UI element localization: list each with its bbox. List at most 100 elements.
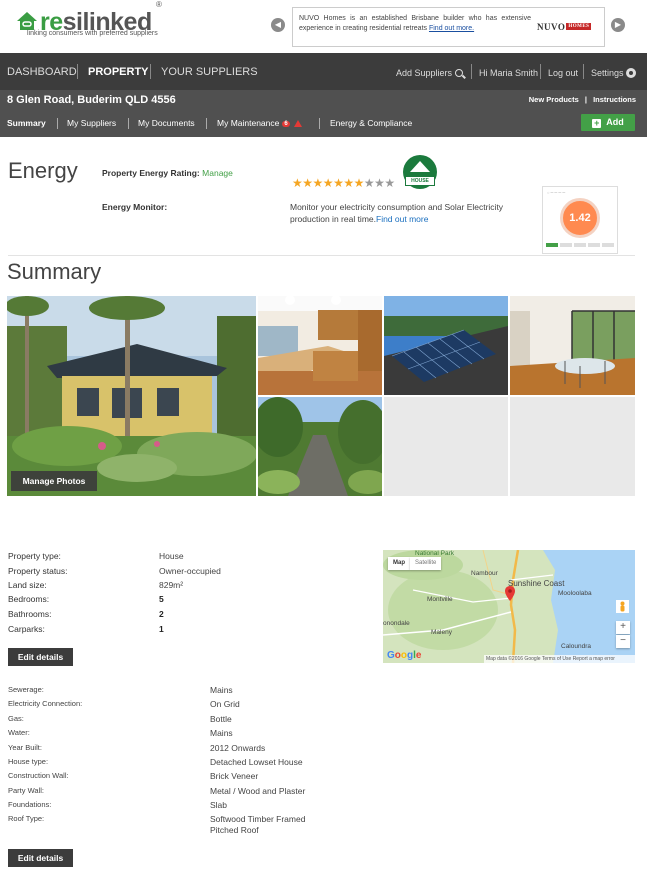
detail-value: Metal / Wood and Plaster — [210, 786, 306, 796]
house-exterior-image — [7, 296, 256, 496]
widget-tabs — [546, 243, 614, 247]
energy-rating-manage-link[interactable]: Manage — [202, 168, 233, 178]
property-photo-main[interactable]: Manage Photos — [7, 296, 256, 496]
property-photo-kitchen[interactable] — [258, 296, 382, 395]
map-zoom-in-button[interactable]: + — [616, 621, 630, 634]
property-photo-living[interactable] — [510, 296, 635, 395]
nav-property[interactable]: PROPERTY — [88, 66, 149, 78]
detail-label: Electricity Connection: — [8, 699, 83, 708]
ad-find-out-more-link[interactable]: Find out more. — [429, 25, 474, 32]
nav-dashboard[interactable]: DASHBOARD — [7, 66, 77, 78]
instructions-link[interactable]: Instructions — [593, 95, 636, 104]
detail-label: Roof Type: — [8, 814, 45, 823]
detail-label: Party Wall: — [8, 786, 44, 795]
energy-monitor-widget[interactable]: ◌ ─ ─ ─ ─ 1.42 — [542, 186, 618, 254]
detail-label: Land size: — [8, 580, 47, 590]
widget-title-bar: ◌ ─ ─ ─ ─ — [547, 190, 566, 195]
map-place-label: Caloundra — [561, 643, 591, 650]
ad-banner: NUVO Homes is an established Brisbane bu… — [292, 7, 605, 47]
energy-rating-label: Property Energy Rating: Manage — [102, 168, 233, 178]
ad-prev-arrow-icon[interactable]: ◀ — [271, 18, 285, 32]
detail-value: Mains — [210, 728, 233, 738]
detail-label: Construction Wall: — [8, 771, 69, 780]
map-place-label: Sunshine Coast — [508, 579, 565, 588]
usage-gauge: 1.42 — [560, 198, 600, 238]
edit-construction-details-button[interactable]: Edit details — [8, 849, 73, 867]
star-filled-icon: ★ — [343, 176, 354, 190]
section-divider — [8, 255, 635, 256]
house-roof-icon — [410, 161, 430, 172]
map-pin-icon[interactable] — [505, 586, 515, 601]
property-photo-solar[interactable] — [384, 296, 508, 395]
driveway-garden-image — [258, 397, 382, 496]
map-zoom-out-button[interactable]: − — [616, 635, 630, 648]
plus-icon: + — [592, 118, 602, 128]
nav-divider — [77, 64, 78, 79]
living-room-image — [510, 296, 635, 395]
photo-placeholder — [510, 397, 635, 496]
tab-my-suppliers[interactable]: My Suppliers — [67, 118, 116, 128]
detail-value: Softwood Timber Framed — [210, 814, 306, 824]
registered-mark: ® — [156, 0, 162, 9]
star-filled-icon: ★ — [292, 176, 303, 190]
tab-divider — [206, 118, 207, 129]
detail-label: Year Built: — [8, 743, 42, 752]
property-bar: 8 Glen Road, Buderim QLD 4556 New Produc… — [0, 90, 647, 137]
energy-heading: Energy — [8, 158, 78, 183]
detail-value: Bottle — [210, 714, 232, 724]
map-place-label: onondale — [383, 620, 410, 627]
settings-link[interactable]: Settings — [591, 67, 636, 79]
nav-divider — [540, 64, 541, 79]
star-filled-icon: ★ — [322, 176, 334, 190]
google-logo: Google — [387, 650, 422, 661]
nuvo-logo: NUVO HOMES — [537, 21, 592, 32]
detail-value: 1 — [159, 624, 164, 634]
tab-my-maintenance[interactable]: My Maintenance 6 — [217, 118, 302, 128]
map-footer: Map data ©2016 Google Terms of Use Repor… — [484, 655, 635, 663]
maintenance-count-badge: 6 — [282, 121, 290, 127]
new-products-link[interactable]: New Products — [529, 95, 579, 104]
detail-value: Detached Lowset House — [210, 757, 303, 767]
tab-summary[interactable]: Summary — [7, 118, 46, 128]
tab-my-documents[interactable]: My Documents — [138, 118, 195, 128]
detail-value: Brick Veneer — [210, 771, 259, 781]
kitchen-image — [258, 296, 382, 395]
detail-label: Property status: — [8, 566, 68, 576]
manage-photos-button[interactable]: Manage Photos — [11, 471, 97, 491]
property-photo-driveway[interactable] — [258, 397, 382, 496]
detail-value: Pitched Roof — [210, 825, 259, 835]
detail-value: 829m² — [159, 580, 184, 590]
energy-monitor-find-out-more-link[interactable]: Find out more — [376, 214, 428, 224]
ad-text: NUVO Homes is an established Brisbane bu… — [299, 15, 531, 32]
ad-next-arrow-icon[interactable]: ▶ — [611, 18, 625, 32]
detail-label: Bedrooms: — [8, 594, 50, 604]
tab-divider — [128, 118, 129, 129]
logout-link[interactable]: Log out — [548, 67, 578, 79]
map-tab-map[interactable]: Map — [388, 557, 410, 570]
badge-label: HOUSE — [405, 176, 435, 186]
energy-star-rating: ★★★★★★★★★★ — [292, 176, 395, 190]
detail-value: Slab — [210, 800, 228, 810]
add-button[interactable]: + Add — [581, 114, 635, 131]
usage-value: 1.42 — [569, 212, 591, 224]
gear-icon — [625, 68, 636, 78]
detail-value: 5 — [159, 594, 164, 604]
user-greeting: Hi Maria Smith — [479, 68, 539, 78]
tab-energy-compliance[interactable]: Energy & Compliance — [330, 118, 412, 128]
nav-your-suppliers[interactable]: YOUR SUPPLIERS — [161, 66, 258, 78]
star-empty-icon: ★ — [384, 176, 395, 190]
add-suppliers-link[interactable]: Add Suppliers — [396, 67, 464, 79]
street-view-pegman-icon[interactable] — [616, 600, 629, 613]
map-place-label: Montville — [427, 596, 453, 603]
tab-divider — [57, 118, 58, 129]
map-place-label: Maleny — [431, 629, 452, 636]
top-navigation: DASHBOARD PROPERTY YOUR SUPPLIERS Add Su… — [0, 53, 647, 90]
site-header: resilinked ® linking consumers with pref… — [0, 0, 647, 53]
detail-label: Bathrooms: — [8, 609, 52, 619]
property-address: 8 Glen Road, Buderim QLD 4556 — [7, 94, 176, 106]
detail-label: Water: — [8, 728, 30, 737]
detail-label: Carparks: — [8, 624, 45, 634]
edit-details-button[interactable]: Edit details — [8, 648, 73, 666]
nav-divider — [583, 64, 584, 79]
map-tab-satellite[interactable]: Satellite — [410, 557, 442, 570]
